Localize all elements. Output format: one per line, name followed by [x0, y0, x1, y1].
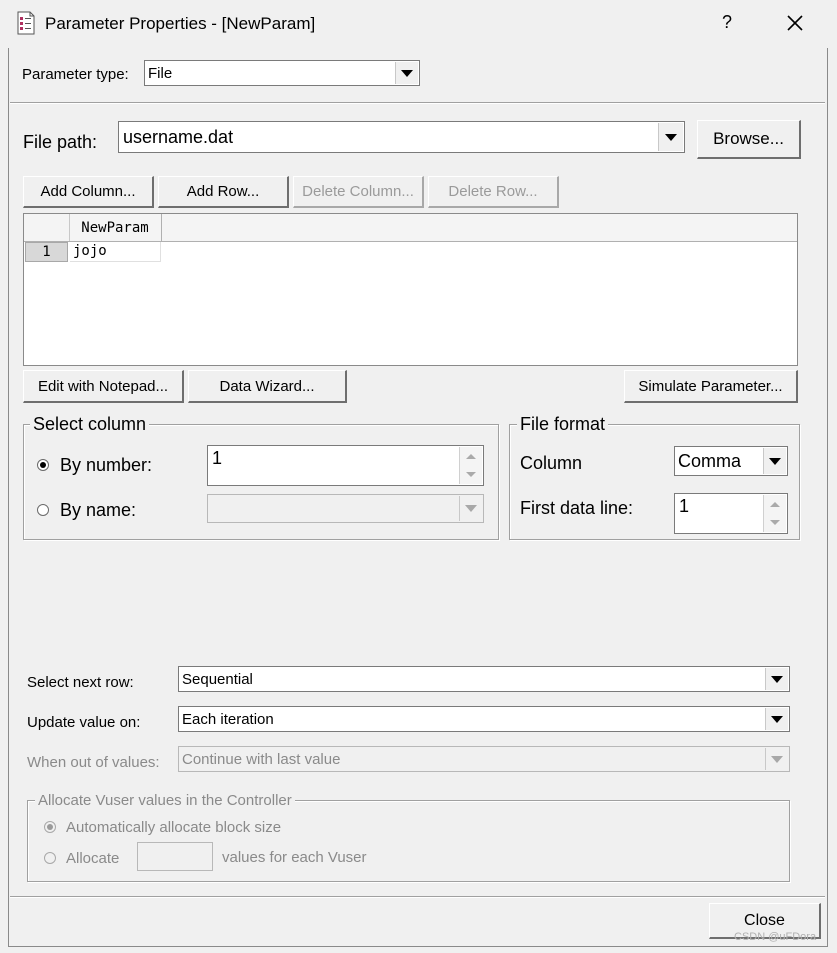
out-of-values-select[interactable]: Continue with last value [178, 746, 790, 772]
file-path-label: File path: [23, 132, 98, 152]
first-data-line-label: First data line: [520, 498, 634, 518]
watermark: CSDN @uFDora [734, 931, 817, 943]
chevron-down-icon[interactable] [763, 448, 786, 474]
select-next-row-label: Select next row: [27, 674, 134, 691]
auto-allocate-label: Automatically allocate block size [66, 819, 282, 836]
spin-up-icon[interactable] [764, 495, 786, 514]
chevron-down-icon[interactable] [765, 668, 788, 690]
spin-buttons[interactable] [459, 447, 482, 484]
simulate-parameter-button[interactable]: Simulate Parameter... [624, 370, 798, 403]
data-grid[interactable]: NewParam 1 jojo [23, 213, 798, 366]
update-value-select[interactable]: Each iteration [178, 706, 790, 732]
by-name-label: By name: [60, 500, 137, 520]
parameter-type-select[interactable]: File [144, 60, 420, 86]
chevron-down-icon[interactable] [395, 62, 418, 84]
by-number-value: 1 [212, 448, 223, 468]
browse-button[interactable]: Browse... [697, 120, 801, 159]
column-format-label: Column [520, 453, 583, 473]
file-path-input[interactable]: username.dat [118, 121, 685, 153]
parameter-properties-icon [16, 11, 36, 35]
chevron-down-icon[interactable] [459, 496, 482, 521]
data-wizard-button[interactable]: Data Wizard... [188, 370, 347, 403]
out-of-values-label: When out of values: [27, 754, 160, 771]
grid-row-index[interactable]: 1 [25, 242, 68, 262]
update-value-label: Update value on: [27, 714, 141, 731]
divider [10, 896, 825, 898]
divider [10, 102, 825, 104]
column-format-value: Comma [678, 451, 742, 471]
spin-up-icon[interactable] [460, 447, 482, 466]
first-data-line-stepper[interactable]: 1 [674, 493, 788, 534]
first-data-line-value: 1 [679, 496, 690, 516]
select-column-title: Select column [30, 414, 150, 435]
out-of-values-value: Continue with last value [182, 751, 341, 768]
allocate-suffix-label: values for each Vuser [222, 849, 367, 866]
allocate-count-input[interactable] [137, 842, 213, 871]
add-column-button[interactable]: Add Column... [23, 176, 154, 208]
by-number-label: By number: [60, 455, 153, 475]
column-format-select[interactable]: Comma [674, 446, 788, 476]
manual-allocate-radio[interactable] [44, 852, 56, 864]
title-bar: Parameter Properties - [NewParam] ? [0, 0, 837, 48]
auto-allocate-radio[interactable] [44, 821, 56, 833]
by-name-radio[interactable] [37, 504, 49, 516]
spin-buttons[interactable] [763, 495, 786, 532]
grid-corner [24, 214, 70, 241]
chevron-down-icon[interactable] [658, 123, 683, 151]
edit-with-notepad-button[interactable]: Edit with Notepad... [23, 370, 184, 403]
help-button[interactable]: ? [717, 12, 737, 33]
select-next-row-select[interactable]: Sequential [178, 666, 790, 692]
window-title: Parameter Properties - [NewParam] [45, 14, 316, 33]
add-row-button[interactable]: Add Row... [158, 176, 289, 208]
chevron-down-icon[interactable] [765, 748, 788, 770]
select-next-row-value: Sequential [182, 671, 253, 688]
allocate-title: Allocate Vuser values in the Controller [35, 792, 295, 809]
delete-row-button[interactable]: Delete Row... [428, 176, 559, 208]
manual-allocate-label: Allocate [66, 850, 120, 867]
update-value-value: Each iteration [182, 711, 274, 728]
chevron-down-icon[interactable] [765, 708, 788, 730]
by-number-radio[interactable] [37, 459, 49, 471]
close-icon[interactable] [782, 10, 808, 36]
parameter-type-value: File [148, 65, 173, 82]
file-path-value: username.dat [123, 127, 234, 147]
spin-down-icon[interactable] [764, 514, 786, 533]
by-name-select[interactable] [207, 494, 484, 523]
parameter-type-label: Parameter type: [22, 66, 129, 83]
by-number-stepper[interactable]: 1 [207, 445, 484, 486]
delete-column-button[interactable]: Delete Column... [293, 176, 424, 208]
grid-column-header[interactable]: NewParam [69, 214, 162, 241]
grid-cell[interactable]: jojo [70, 242, 161, 262]
spin-down-icon[interactable] [460, 466, 482, 485]
file-format-title: File format [517, 414, 609, 435]
